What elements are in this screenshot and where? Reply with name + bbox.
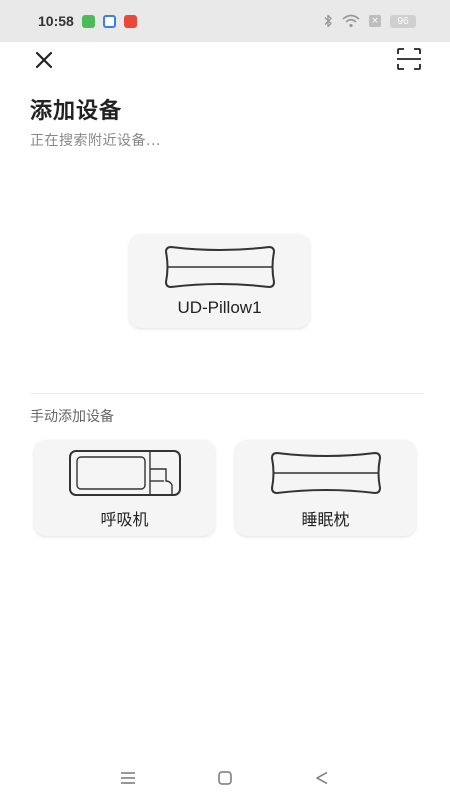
- manual-add-section-label: 手动添加设备: [30, 409, 114, 425]
- manual-pillow-card[interactable]: 睡眠枕: [235, 440, 416, 536]
- pillow-icon: [164, 245, 275, 289]
- status-left: 10:58: [38, 13, 137, 29]
- page-title: 添加设备: [30, 99, 123, 124]
- sim-off-icon: ×: [369, 15, 381, 27]
- home-square-icon: [218, 770, 232, 785]
- home-nav-button[interactable]: [213, 766, 237, 790]
- back-nav-button[interactable]: [310, 766, 334, 790]
- back-triangle-icon: [315, 771, 328, 784]
- battery-icon: 96: [390, 14, 416, 28]
- scan-icon: [397, 48, 421, 70]
- close-icon: [35, 51, 53, 69]
- green-app-icon: [81, 14, 95, 28]
- bluetooth-icon: [324, 14, 332, 28]
- wifi-icon: [342, 14, 360, 28]
- status-bar: 10:58 × 96: [0, 0, 450, 42]
- blue-app-icon: [102, 14, 116, 28]
- red-app-icon: [123, 14, 137, 28]
- pillow-icon: [270, 451, 381, 495]
- section-divider: [30, 393, 424, 394]
- close-button[interactable]: [30, 46, 58, 74]
- ventilator-icon: [68, 450, 181, 496]
- menu-icon: [121, 771, 136, 784]
- sleep-pillow-label: 睡眠枕: [301, 510, 350, 529]
- menu-nav-button[interactable]: [116, 766, 140, 790]
- found-device-card[interactable]: UD-Pillow1: [129, 234, 310, 328]
- manual-ventilator-card[interactable]: 呼吸机: [34, 440, 215, 536]
- add-device-screen: 10:58 × 96 添加设备 正在搜索附近设备... UD-Pillow1 手…: [0, 0, 450, 800]
- system-nav-bar: [0, 755, 450, 800]
- scan-button[interactable]: [394, 45, 424, 73]
- status-right: × 96: [323, 14, 416, 28]
- status-time: 10:58: [38, 13, 74, 29]
- found-device-label: UD-Pillow1: [177, 298, 262, 317]
- ventilator-label: 呼吸机: [100, 510, 149, 529]
- search-status-text: 正在搜索附近设备...: [30, 133, 161, 149]
